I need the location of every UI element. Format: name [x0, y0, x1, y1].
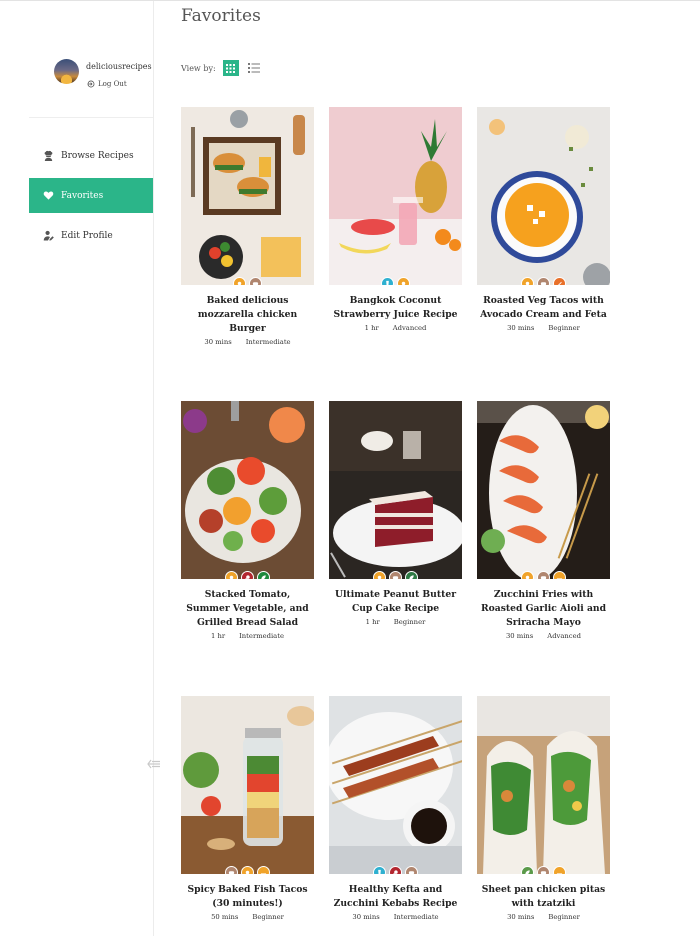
- recipe-title[interactable]: Healthy Kefta and Zucchini Kebabs Recipe: [329, 883, 462, 911]
- recipe-image[interactable]: [329, 401, 462, 579]
- logout-label: Log Out: [98, 80, 127, 88]
- sidebar-collapse-toggle[interactable]: [147, 754, 161, 769]
- drink-icon: [373, 866, 386, 874]
- recipe-image[interactable]: [329, 696, 462, 874]
- bread-icon: [537, 277, 550, 285]
- recipe-card[interactable]: Ultimate Peanut Butter Cup Cake Recipe 1…: [329, 401, 462, 626]
- recipe-card[interactable]: Zucchini Fries with Roasted Garlic Aioli…: [477, 401, 610, 640]
- recipe-title[interactable]: Bangkok Coconut Strawberry Juice Recipe: [329, 294, 462, 322]
- sidebar: deliciousrecipes Log Out Browse Recipes …: [0, 1, 154, 936]
- leaf-icon: [257, 571, 270, 579]
- heart-icon: [43, 191, 54, 200]
- nav-browse-label: Browse Recipes: [61, 150, 134, 161]
- recipe-image[interactable]: [181, 107, 314, 285]
- ingredient-icon: [521, 277, 534, 285]
- recipe-card[interactable]: Healthy Kefta and Zucchini Kebabs Recipe…: [329, 696, 462, 921]
- recipe-image[interactable]: [477, 107, 610, 285]
- bread-icon: [389, 571, 402, 579]
- recipe-time: 30 mins: [507, 913, 535, 921]
- recipe-card[interactable]: Sheet pan chicken pitas with tzatziki 30…: [477, 696, 610, 921]
- recipe-card[interactable]: Roasted Veg Tacos with Avocado Cream and…: [477, 107, 610, 332]
- dish-icon: [553, 866, 566, 874]
- recipe-time: 30 mins: [505, 632, 534, 640]
- collapse-arrow-icon: [147, 759, 160, 769]
- recipe-time: 30 mins: [507, 324, 535, 332]
- bread-icon: [225, 866, 238, 874]
- ingredient-icon: [373, 571, 386, 579]
- sidebar-divider: [29, 117, 153, 118]
- nav-favorites[interactable]: Favorites: [29, 178, 153, 213]
- nav-browse-recipes[interactable]: Browse Recipes: [29, 138, 153, 173]
- drink-icon: [381, 277, 394, 285]
- ingredient-icon: [233, 277, 246, 285]
- grid-icon: [226, 63, 236, 73]
- recipe-card[interactable]: Spicy Baked Fish Tacos (30 minutes!) 50 …: [181, 696, 314, 921]
- dish-icon: [257, 866, 270, 874]
- bread-icon: [537, 866, 550, 874]
- nav-edit-profile-label: Edit Profile: [61, 230, 113, 241]
- grid-view-button[interactable]: [222, 60, 239, 76]
- recipe-level: Beginner: [252, 913, 284, 921]
- recipe-time: 1 hr: [211, 632, 226, 640]
- nav-edit-profile[interactable]: Edit Profile: [29, 218, 153, 253]
- recipe-title[interactable]: Ultimate Peanut Butter Cup Cake Recipe: [329, 588, 462, 616]
- recipe-level: Advanced: [547, 632, 581, 640]
- leaf-icon: [521, 866, 534, 874]
- user-panel: deliciousrecipes Log Out: [54, 59, 153, 99]
- recipe-time: 50 mins: [211, 913, 239, 921]
- recipe-time: 1 hr: [365, 618, 380, 626]
- recipe-image[interactable]: [329, 107, 462, 285]
- recipe-card[interactable]: Stacked Tomato, Summer Vegetable, and Gr…: [181, 401, 314, 640]
- recipe-title[interactable]: Baked delicious mozzarella chicken Burge…: [181, 294, 314, 336]
- recipe-level: Advanced: [392, 324, 427, 332]
- ingredient-icon: [521, 571, 534, 579]
- user-edit-icon: [43, 230, 54, 241]
- recipe-level: Intermediate: [245, 338, 291, 346]
- meat-icon: [241, 571, 254, 579]
- recipe-level: Beginner: [548, 913, 580, 921]
- recipe-card[interactable]: Bangkok Coconut Strawberry Juice Recipe …: [329, 107, 462, 332]
- recipe-image[interactable]: [477, 401, 610, 579]
- chef-icon: [44, 150, 53, 161]
- avatar[interactable]: [54, 59, 79, 84]
- recipe-title[interactable]: Sheet pan chicken pitas with tzatziki: [477, 883, 610, 911]
- recipe-level: Intermediate: [239, 632, 284, 640]
- ingredient-icon: [225, 571, 238, 579]
- recipe-title[interactable]: Spicy Baked Fish Tacos (30 minutes!): [181, 883, 314, 911]
- recipe-image[interactable]: [181, 696, 314, 874]
- username: deliciousrecipes: [86, 62, 152, 71]
- recipe-time: 30 mins: [204, 338, 232, 346]
- recipe-title[interactable]: Zucchini Fries with Roasted Garlic Aioli…: [477, 588, 610, 630]
- dish-icon: [553, 571, 566, 579]
- list-icon: [247, 63, 260, 73]
- recipe-image[interactable]: [477, 696, 610, 874]
- recipe-level: Intermediate: [393, 913, 439, 921]
- page-title: Favorites: [181, 6, 261, 26]
- leaf-icon: [405, 571, 418, 579]
- logout-link[interactable]: Log Out: [87, 80, 127, 88]
- recipe-title[interactable]: Roasted Veg Tacos with Avocado Cream and…: [477, 294, 610, 322]
- bread-icon: [405, 866, 418, 874]
- logout-icon: [87, 80, 95, 88]
- recipe-card[interactable]: Baked delicious mozzarella chicken Burge…: [181, 107, 314, 346]
- list-view-button[interactable]: [247, 61, 261, 75]
- recipe-time: 30 mins: [352, 913, 380, 921]
- ingredient-icon: [241, 866, 254, 874]
- recipe-level: Beginner: [548, 324, 580, 332]
- recipe-time: 1 hr: [364, 324, 379, 332]
- meat-icon: [389, 866, 402, 874]
- bread-icon: [249, 277, 262, 285]
- view-toggle: View by:: [181, 60, 261, 76]
- recipe-title[interactable]: Stacked Tomato, Summer Vegetable, and Gr…: [181, 588, 314, 630]
- nav-favorites-label: Favorites: [61, 190, 104, 201]
- recipe-level: Beginner: [393, 618, 426, 626]
- bread-icon: [537, 571, 550, 579]
- view-by-label: View by:: [181, 63, 216, 73]
- recipe-image[interactable]: [181, 401, 314, 579]
- ingredient-icon: [397, 277, 410, 285]
- spice-icon: [553, 277, 566, 285]
